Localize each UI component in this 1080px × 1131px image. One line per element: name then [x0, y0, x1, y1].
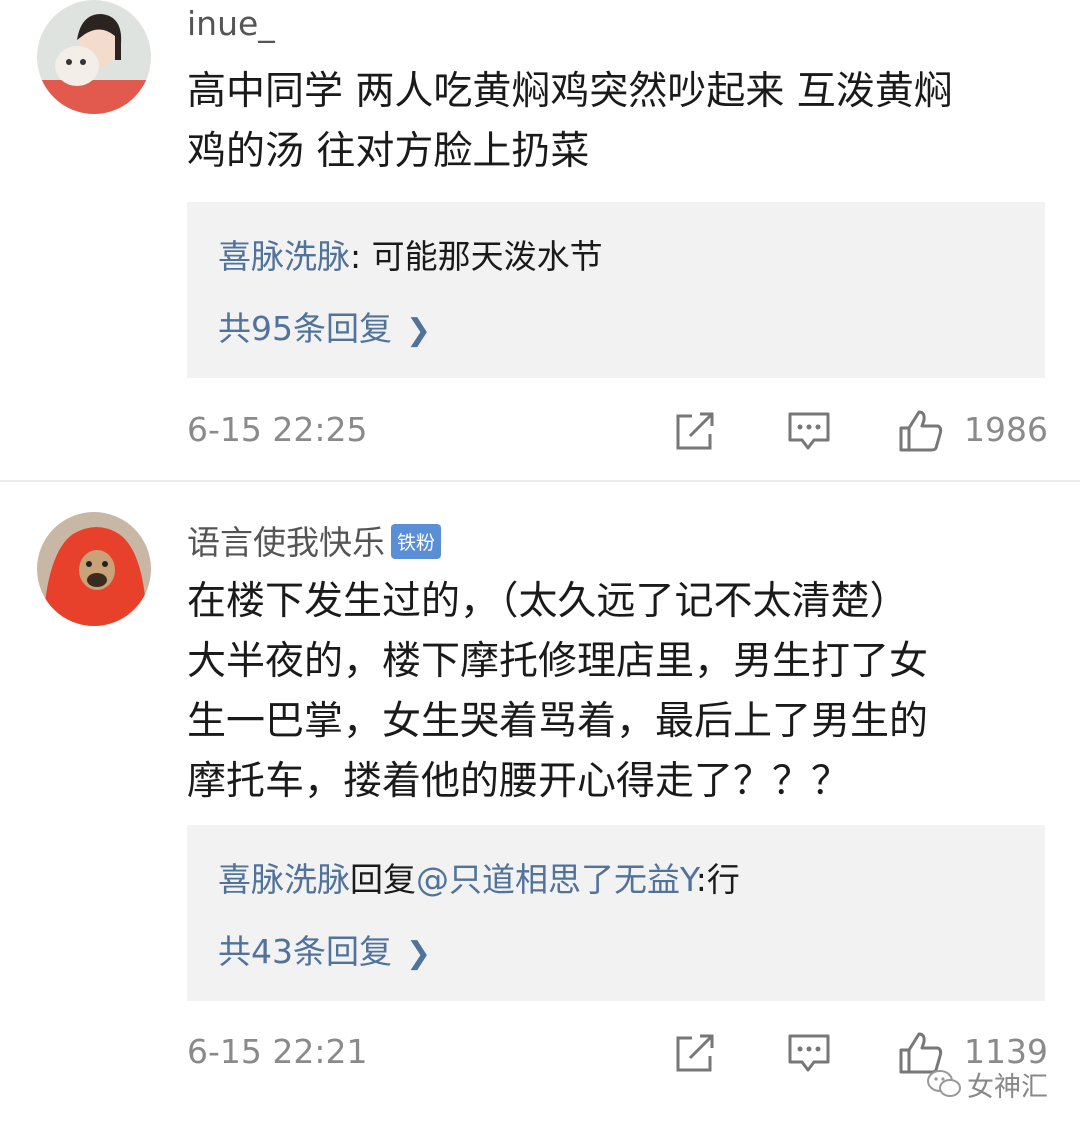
like-count: 1986	[964, 410, 1048, 449]
watermark-text: 女神汇	[967, 1071, 1048, 1103]
reply-author[interactable]: 喜脉洗脉	[218, 237, 350, 276]
comment-line: 生一巴掌，女生哭着骂着，最后上了男生的	[187, 699, 929, 744]
reply-count-label[interactable]: 共43条回复	[218, 932, 392, 971]
reply-count-label[interactable]: 共95条回复	[218, 309, 392, 348]
watermark: 女神汇	[927, 1064, 1048, 1104]
reply-text: :行	[695, 860, 740, 899]
reply-author[interactable]: 喜脉洗脉	[218, 860, 350, 899]
chevron-right-icon: ❯	[406, 936, 432, 971]
username[interactable]: inue_	[187, 4, 275, 43]
comment-line: 鸡的汤 往对方脸上扔菜	[187, 129, 590, 174]
chevron-right-icon: ❯	[406, 313, 432, 348]
reply-line: 喜脉洗脉: 可能那天泼水节	[218, 230, 603, 278]
comment-meta: 6-15 22:25 1986	[0, 408, 1080, 458]
comment-text: 在楼下发生过的，（太久远了记不太清楚） 大半夜的，楼下摩托修理店里，男生打了女 …	[187, 572, 1047, 812]
username-text[interactable]: 语言使我快乐	[187, 523, 385, 562]
comment-icon[interactable]	[786, 1030, 832, 1076]
comment-text: 高中同学 两人吃黄焖鸡突然吵起来 互泼黄焖 鸡的汤 往对方脸上扔菜	[187, 62, 1047, 182]
reply-preview[interactable]: 喜脉洗脉: 可能那天泼水节 共95条回复 ❯	[187, 202, 1045, 378]
share-icon[interactable]	[672, 1030, 718, 1076]
timestamp: 6-15 22:21	[187, 1032, 368, 1071]
reply-mid: 回复	[350, 860, 416, 899]
comment-line: 在楼下发生过的，（太久远了记不太清楚）	[187, 579, 909, 624]
thumbs-up-icon[interactable]	[897, 408, 945, 454]
share-icon[interactable]	[672, 408, 718, 454]
reply-line: 喜脉洗脉回复@只道相思了无益Y:行	[218, 853, 740, 901]
timestamp: 6-15 22:25	[187, 410, 368, 449]
comment-meta: 6-15 22:21 1139	[0, 1030, 1080, 1080]
reply-text: : 可能那天泼水节	[350, 237, 603, 276]
comment-line: 摩托车，搂着他的腰开心得走了？？？	[187, 759, 851, 804]
fan-badge: 铁粉	[391, 524, 442, 559]
wechat-icon	[927, 1070, 961, 1097]
view-replies-link[interactable]: 共43条回复 ❯	[218, 925, 431, 973]
divider	[0, 480, 1080, 482]
reply-preview[interactable]: 喜脉洗脉回复@只道相思了无益Y:行 共43条回复 ❯	[187, 825, 1045, 1001]
avatar[interactable]	[37, 512, 151, 626]
view-replies-link[interactable]: 共95条回复 ❯	[218, 302, 431, 350]
reply-target[interactable]: @只道相思了无益Y	[416, 860, 696, 899]
avatar[interactable]	[37, 0, 151, 114]
comment-line: 高中同学 两人吃黄焖鸡突然吵起来 互泼黄焖	[187, 69, 953, 114]
comment-icon[interactable]	[786, 408, 832, 454]
username[interactable]: 语言使我快乐 铁粉	[187, 516, 442, 564]
username-text[interactable]: inue_	[187, 4, 275, 43]
comment-line: 大半夜的，楼下摩托修理店里，男生打了女	[187, 639, 929, 684]
